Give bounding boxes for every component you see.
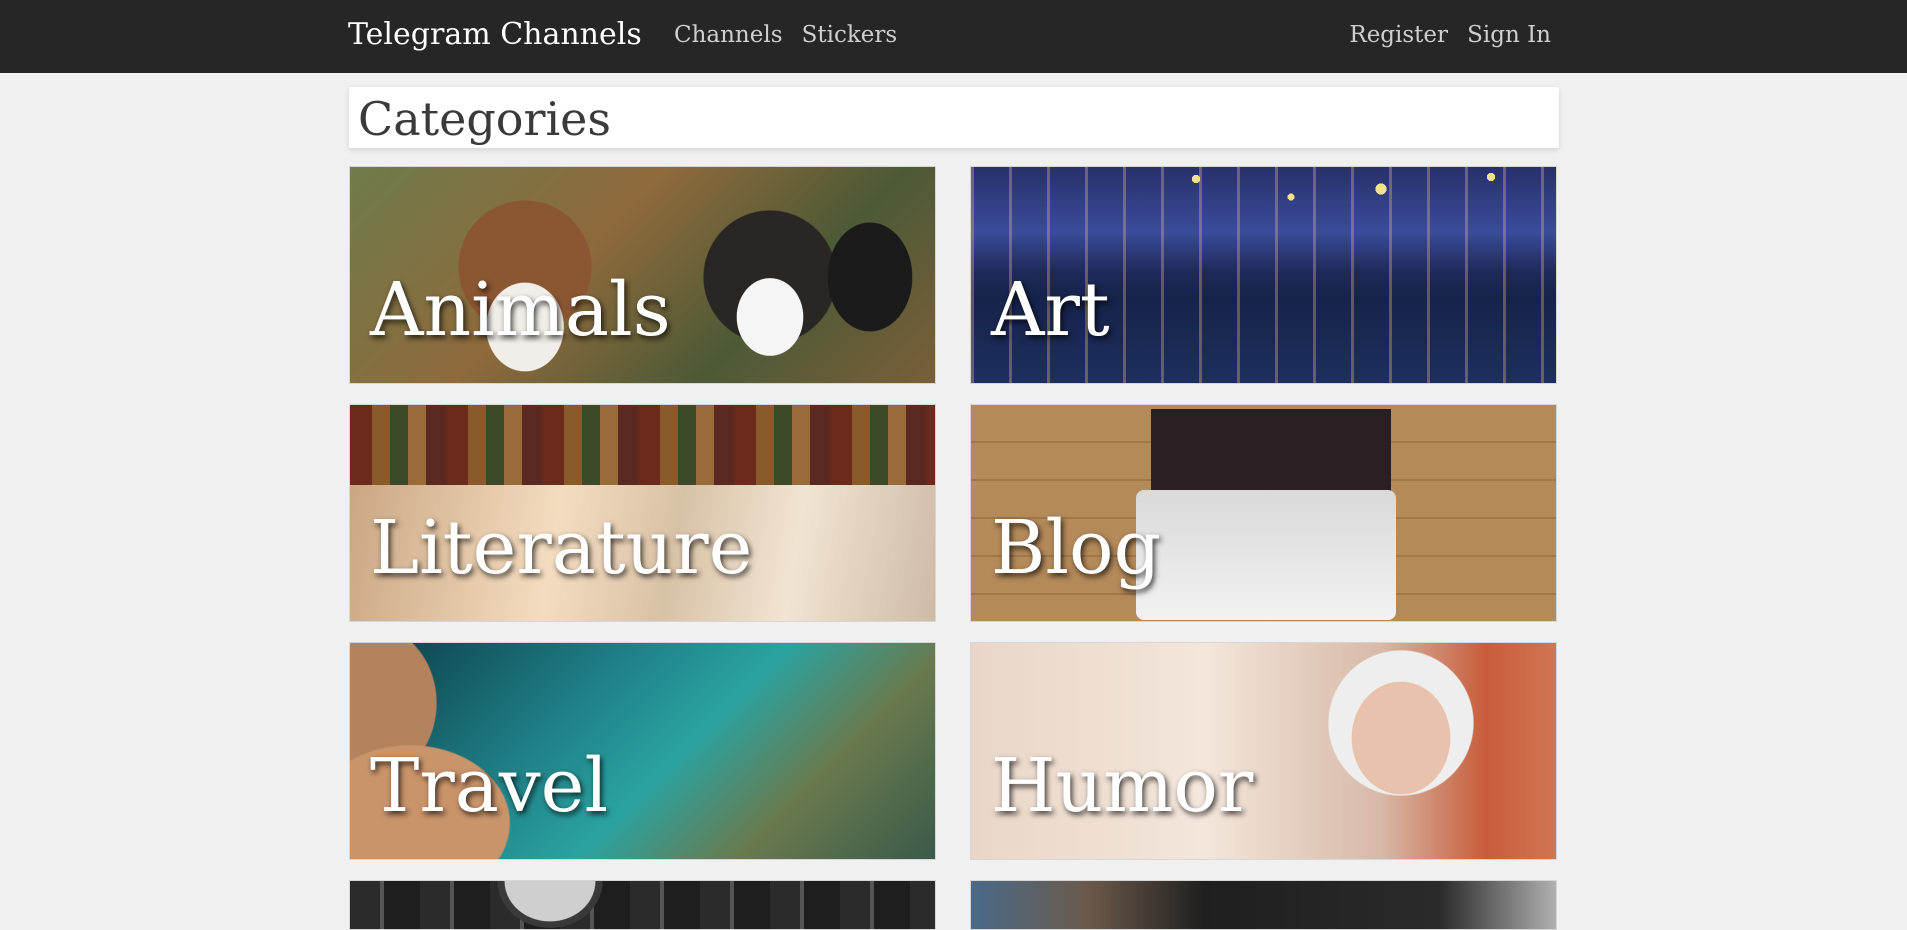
nav-left-links: Channels Stickers [674, 22, 911, 48]
category-tile-humor[interactable]: Humor [970, 642, 1557, 860]
nav-link-sign-in[interactable]: Sign In [1467, 22, 1551, 48]
top-navbar: Telegram Channels Channels Stickers Regi… [0, 0, 1907, 73]
brand-link[interactable]: Telegram Channels [348, 17, 642, 52]
category-label: Humor [991, 743, 1254, 829]
page-title-card: Categories [349, 87, 1559, 148]
category-label: Literature [370, 505, 753, 591]
nav-link-register[interactable]: Register [1349, 22, 1448, 48]
category-label: Blog [991, 505, 1161, 591]
category-tile-partial-left[interactable] [349, 880, 936, 930]
category-label: Art [991, 267, 1110, 353]
navbar-container: Telegram Channels Channels Stickers Regi… [348, 0, 1551, 73]
category-tile-art[interactable]: Art [970, 166, 1557, 384]
category-label: Animals [370, 267, 671, 353]
nav-link-channels[interactable]: Channels [674, 22, 783, 48]
category-tile-travel[interactable]: Travel [349, 642, 936, 860]
category-tile-literature[interactable]: Literature [349, 404, 936, 622]
microphone-image [350, 881, 935, 929]
bar-drinks-image [971, 881, 1556, 929]
nav-link-stickers[interactable]: Stickers [802, 22, 898, 48]
category-label: Travel [370, 743, 609, 829]
category-tile-animals[interactable]: Animals [349, 166, 936, 384]
category-tile-blog[interactable]: Blog [970, 404, 1557, 622]
category-tile-partial-right[interactable] [970, 880, 1557, 930]
nav-right-links: Register Sign In [1335, 22, 1551, 48]
page-title: Categories [358, 92, 611, 146]
